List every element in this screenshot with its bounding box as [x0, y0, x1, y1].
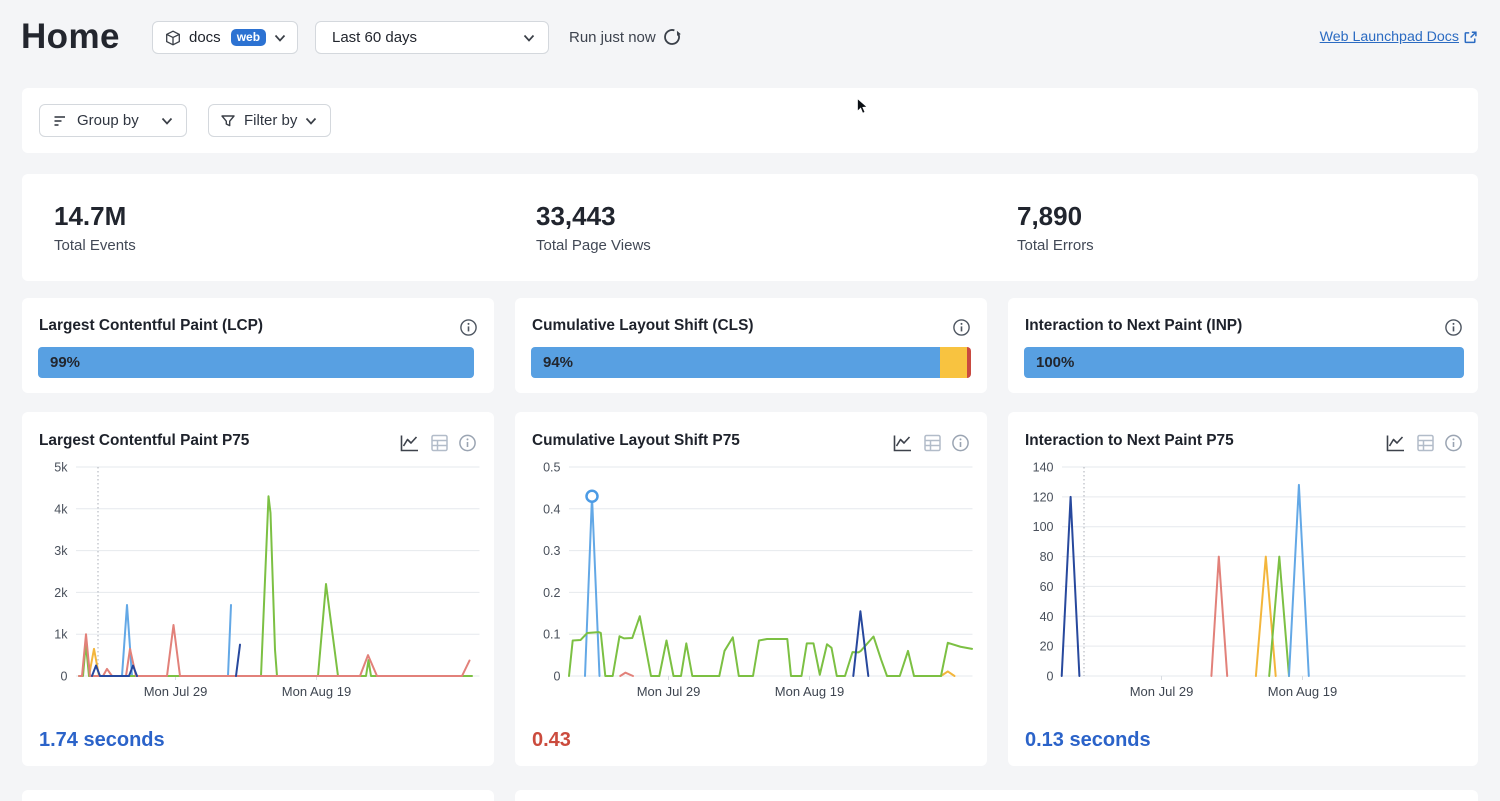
svg-text:0.2: 0.2	[543, 586, 560, 600]
svg-text:Mon Jul 29: Mon Jul 29	[637, 684, 701, 699]
svg-text:5k: 5k	[54, 461, 68, 475]
svg-text:0.4: 0.4	[543, 502, 560, 516]
svg-text:140: 140	[1033, 461, 1054, 475]
svg-text:100: 100	[1033, 520, 1054, 534]
svg-text:80: 80	[1040, 550, 1054, 564]
svg-text:3k: 3k	[54, 544, 68, 558]
svg-text:0.3: 0.3	[543, 544, 560, 558]
svg-text:Mon Aug 19: Mon Aug 19	[1268, 684, 1337, 699]
svg-text:Mon Aug 19: Mon Aug 19	[282, 684, 351, 699]
svg-text:1k: 1k	[54, 628, 68, 642]
svg-text:0.1: 0.1	[543, 628, 560, 642]
svg-text:4k: 4k	[54, 502, 68, 516]
svg-text:120: 120	[1033, 490, 1054, 504]
svg-text:0: 0	[1047, 670, 1054, 684]
svg-text:0: 0	[554, 670, 561, 684]
svg-text:40: 40	[1040, 610, 1054, 624]
svg-text:20: 20	[1040, 640, 1054, 654]
svg-text:Mon Jul 29: Mon Jul 29	[144, 684, 208, 699]
svg-text:0.5: 0.5	[543, 461, 560, 475]
svg-text:Mon Jul 29: Mon Jul 29	[1130, 684, 1194, 699]
svg-text:2k: 2k	[54, 586, 68, 600]
svg-text:0: 0	[61, 670, 68, 684]
svg-text:60: 60	[1040, 580, 1054, 594]
svg-text:Mon Aug 19: Mon Aug 19	[775, 684, 844, 699]
